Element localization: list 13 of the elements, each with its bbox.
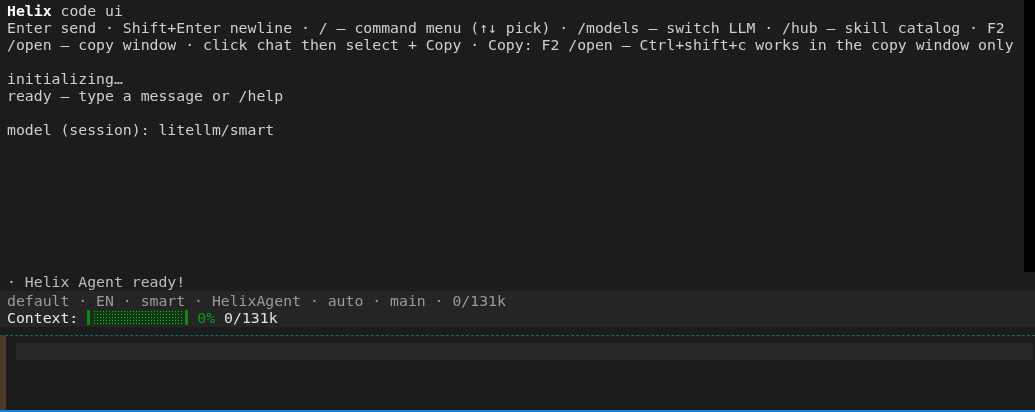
log-line: initializing… bbox=[7, 70, 124, 87]
context-percent: 0% bbox=[197, 309, 216, 326]
help-text: Enter send · Shift+Enter newline · / — command menu (↑↓ pick) · /models — switch LLM · /hub — skill catalog · F2 bbox=[7, 19, 1006, 36]
status-text: default · EN · smart · HelixAgent · auto · main · 0/131k bbox=[7, 292, 507, 309]
log-line: ready — type a message or /help bbox=[7, 87, 285, 104]
scrollbar[interactable] bbox=[1024, 0, 1035, 272]
context-reading: 0/131k bbox=[224, 309, 278, 326]
help-text: /open — copy window · click chat then select + Copy · Copy: F2 /open — Ctrl+shift+c works in the copy window only bbox=[7, 36, 1015, 53]
context-label: Context: bbox=[7, 309, 79, 326]
app-title: Helix bbox=[7, 2, 52, 19]
log-line: model (session): litellm/smart bbox=[7, 121, 276, 138]
notice-text: · Helix Agent ready! bbox=[6, 272, 187, 291]
app-subtitle: code ui bbox=[60, 2, 123, 19]
